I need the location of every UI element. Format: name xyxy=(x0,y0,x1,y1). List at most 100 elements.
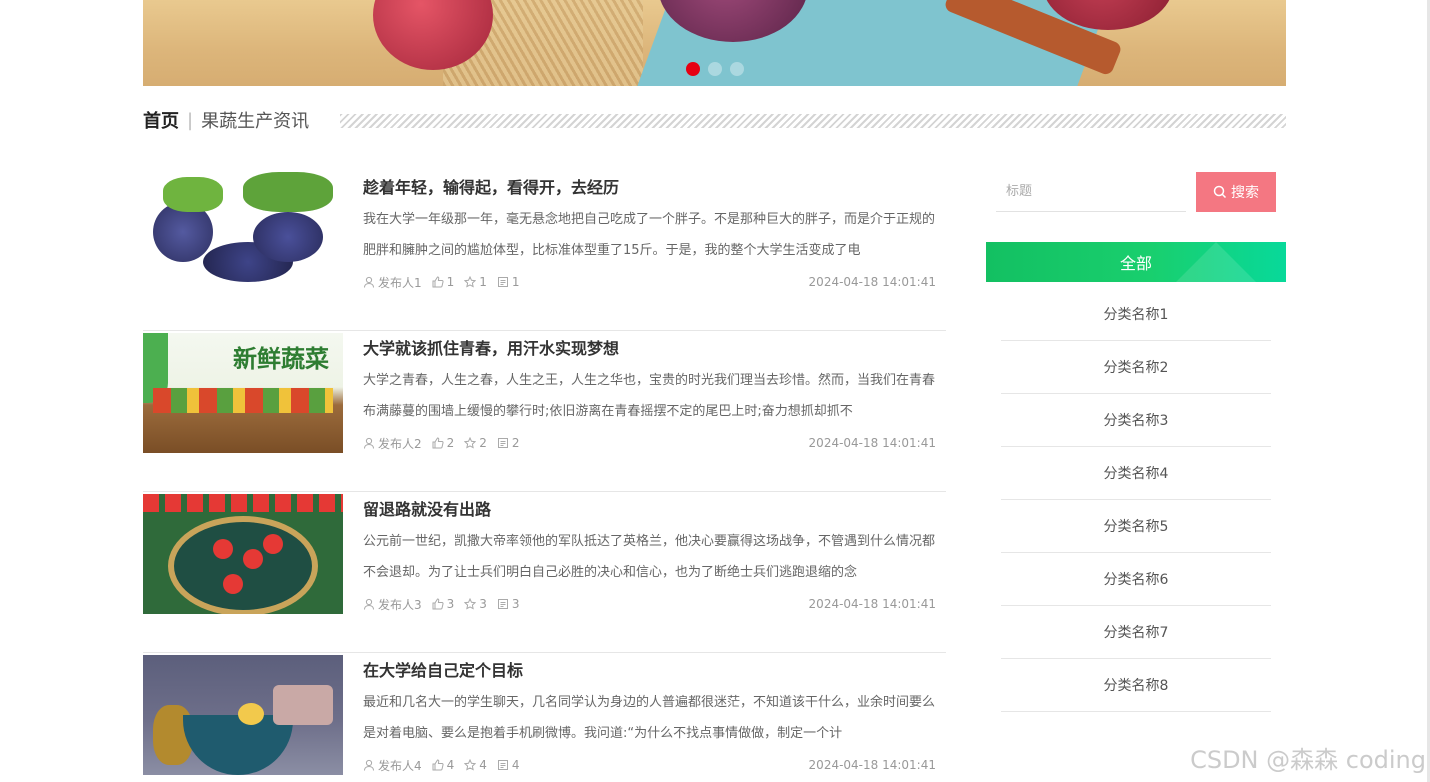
thumbs-up-icon xyxy=(432,759,444,771)
thumbs-up-icon xyxy=(432,437,444,449)
publish-time: 2024-04-18 14:01:41 xyxy=(808,597,936,611)
plate-decoration xyxy=(168,516,318,614)
star-icon xyxy=(464,276,477,288)
favorite-meta[interactable]: 2 xyxy=(464,436,487,450)
category-item[interactable]: 分类名称3 xyxy=(1001,394,1271,447)
breadcrumb-home[interactable]: 首页 xyxy=(143,107,179,133)
publish-time: 2024-04-18 14:01:41 xyxy=(808,436,936,450)
article-title[interactable]: 在大学给自己定个目标 xyxy=(363,659,936,683)
favorite-count: 2 xyxy=(479,436,487,450)
strawberry-row-decoration xyxy=(143,494,343,512)
author-name: 发布人4 xyxy=(378,758,422,773)
comment-icon xyxy=(497,277,508,287)
lemon-decoration xyxy=(238,703,264,725)
strawberry-decoration xyxy=(263,534,283,554)
breadcrumb-divider xyxy=(340,114,1286,128)
comment-count: 4 xyxy=(511,758,520,772)
comment-icon xyxy=(497,760,508,770)
star-icon xyxy=(464,598,477,610)
category-all[interactable]: 全部 xyxy=(986,242,1286,282)
carousel-dot-2[interactable] xyxy=(708,62,722,76)
category-item[interactable]: 分类名称2 xyxy=(1001,341,1271,394)
like-count: 4 xyxy=(446,758,455,772)
breadcrumb-separator: | xyxy=(187,109,194,131)
article-thumbnail[interactable]: 新鲜蔬菜 xyxy=(143,333,343,453)
comment-count: 3 xyxy=(511,597,520,611)
author-name: 发布人3 xyxy=(378,597,422,612)
favorite-meta[interactable]: 1 xyxy=(464,275,487,289)
article-list: 趁着年轻，输得起，看得开，去经历 我在大学一年级那一年，毫无悬念地把自己吃成了一… xyxy=(143,170,946,782)
category-item[interactable]: 分类名称4 xyxy=(1001,447,1271,500)
breadcrumb: 首页 | 果蔬生产资讯 xyxy=(143,107,309,133)
strawberry-decoration xyxy=(213,539,233,559)
favorite-meta[interactable]: 4 xyxy=(464,758,487,772)
category-list: 分类名称1 分类名称2 分类名称3 分类名称4 分类名称5 分类名称6 分类名称… xyxy=(1001,288,1271,712)
search-button[interactable]: 搜索 xyxy=(1196,172,1276,212)
like-meta[interactable]: 3 xyxy=(432,597,455,611)
category-item[interactable]: 分类名称6 xyxy=(1001,553,1271,606)
comment-icon xyxy=(497,599,508,609)
comment-meta[interactable]: 3 xyxy=(497,597,520,611)
article-item[interactable]: 留退路就没有出路 公元前一世纪，凯撒大帝率领他的军队抵达了英格兰，他决心要赢得这… xyxy=(143,492,946,653)
article-body: 在大学给自己定个目标 最近和几名大一的学生聊天，几名同学认为身边的人普遍都很迷茫… xyxy=(363,659,936,775)
comment-meta[interactable]: 1 xyxy=(497,275,520,289)
search-input[interactable] xyxy=(996,172,1186,212)
author-meta: 发布人2 xyxy=(363,435,422,452)
category-item[interactable]: 分类名称7 xyxy=(1001,606,1271,659)
carousel-dot-3[interactable] xyxy=(730,62,744,76)
article-thumbnail[interactable] xyxy=(143,655,343,775)
favorite-meta[interactable]: 3 xyxy=(464,597,487,611)
like-count: 2 xyxy=(446,436,455,450)
breadcrumb-current: 果蔬生产资讯 xyxy=(201,111,310,132)
author-name: 发布人2 xyxy=(378,436,422,451)
comment-meta[interactable]: 2 xyxy=(497,436,520,450)
carousel-dots xyxy=(686,62,744,76)
like-count: 1 xyxy=(446,275,455,289)
article-title[interactable]: 大学就该抓住青春，用汗水实现梦想 xyxy=(363,337,936,361)
article-item[interactable]: 在大学给自己定个目标 最近和几名大一的学生聊天，几名同学认为身边的人普遍都很迷茫… xyxy=(143,653,946,782)
publish-time: 2024-04-18 14:01:41 xyxy=(808,275,936,289)
comment-count: 2 xyxy=(511,436,520,450)
vegetable-decoration xyxy=(153,388,333,413)
thumbnail-caption: 新鲜蔬菜 xyxy=(233,344,329,373)
article-item[interactable]: 趁着年轻，输得起，看得开，去经历 我在大学一年级那一年，毫无悬念地把自己吃成了一… xyxy=(143,170,946,331)
star-icon xyxy=(464,759,477,771)
search-icon xyxy=(1213,185,1227,199)
article-body: 趁着年轻，输得起，看得开，去经历 我在大学一年级那一年，毫无悬念地把自己吃成了一… xyxy=(363,176,936,292)
favorite-count: 4 xyxy=(479,758,487,772)
thumbs-up-icon xyxy=(432,276,444,288)
like-count: 3 xyxy=(446,597,455,611)
article-meta: 发布人3 3 3 3 2024-04-18 14:01:41 xyxy=(363,594,936,614)
banner-carousel[interactable] xyxy=(143,0,1286,86)
comment-count: 1 xyxy=(511,275,520,289)
author-meta: 发布人1 xyxy=(363,274,422,291)
strawberry-decoration xyxy=(243,549,263,569)
like-meta[interactable]: 2 xyxy=(432,436,455,450)
article-thumbnail[interactable] xyxy=(143,172,343,292)
author-name: 发布人1 xyxy=(378,275,422,290)
like-meta[interactable]: 1 xyxy=(432,275,455,289)
header-ray-decoration xyxy=(1176,242,1256,282)
article-summary: 公元前一世纪，凯撒大帝率领他的军队抵达了英格兰，他决心要赢得这场战争，不管遇到什… xyxy=(363,534,936,580)
category-all-label: 全部 xyxy=(1119,254,1152,273)
article-thumbnail[interactable] xyxy=(143,494,343,614)
page: 首页 | 果蔬生产资讯 趁着年轻，输得起，看得开，去经历 我在大学一年级那一年，… xyxy=(0,0,1430,782)
comment-icon xyxy=(497,438,508,448)
category-item[interactable]: 分类名称1 xyxy=(1001,288,1271,341)
comment-meta[interactable]: 4 xyxy=(497,758,520,772)
carousel-dot-1[interactable] xyxy=(686,62,700,76)
like-meta[interactable]: 4 xyxy=(432,758,455,772)
article-meta: 发布人1 1 1 1 2024-04-18 14:01:41 xyxy=(363,272,936,292)
star-icon xyxy=(464,437,477,449)
favorite-count: 1 xyxy=(479,275,487,289)
article-summary: 最近和几名大一的学生聊天，几名同学认为身边的人普遍都很迷茫，不知道该干什么，业余… xyxy=(363,695,936,741)
article-meta: 发布人4 4 4 4 2024-04-18 14:01:41 xyxy=(363,755,936,775)
article-item[interactable]: 新鲜蔬菜 大学就该抓住青春，用汗水实现梦想 大学之青春，人生之春，人生之王，人生… xyxy=(143,331,946,492)
article-title[interactable]: 趁着年轻，输得起，看得开，去经历 xyxy=(363,176,936,200)
article-meta: 发布人2 2 2 2 2024-04-18 14:01:41 xyxy=(363,433,936,453)
author-meta: 发布人3 xyxy=(363,596,422,613)
category-item[interactable]: 分类名称8 xyxy=(1001,659,1271,712)
article-title[interactable]: 留退路就没有出路 xyxy=(363,498,936,522)
watermark: CSDN @森森 coding xyxy=(1190,746,1426,774)
category-item[interactable]: 分类名称5 xyxy=(1001,500,1271,553)
